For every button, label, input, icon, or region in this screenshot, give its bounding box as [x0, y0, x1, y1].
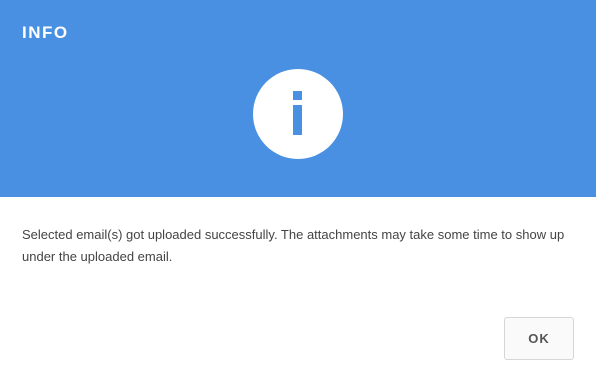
info-dialog: INFO Selected email(s) got uploaded succ…: [0, 0, 596, 384]
info-icon: [253, 69, 343, 159]
info-icon-dot: [293, 91, 302, 100]
info-icon-glyph: [293, 91, 302, 135]
info-icon-stem: [293, 105, 302, 135]
ok-button-label: OK: [528, 331, 550, 346]
ok-button[interactable]: OK: [504, 317, 574, 360]
dialog-message: Selected email(s) got uploaded successfu…: [22, 227, 565, 264]
dialog-title: INFO: [22, 23, 69, 42]
dialog-header: INFO: [0, 0, 596, 197]
